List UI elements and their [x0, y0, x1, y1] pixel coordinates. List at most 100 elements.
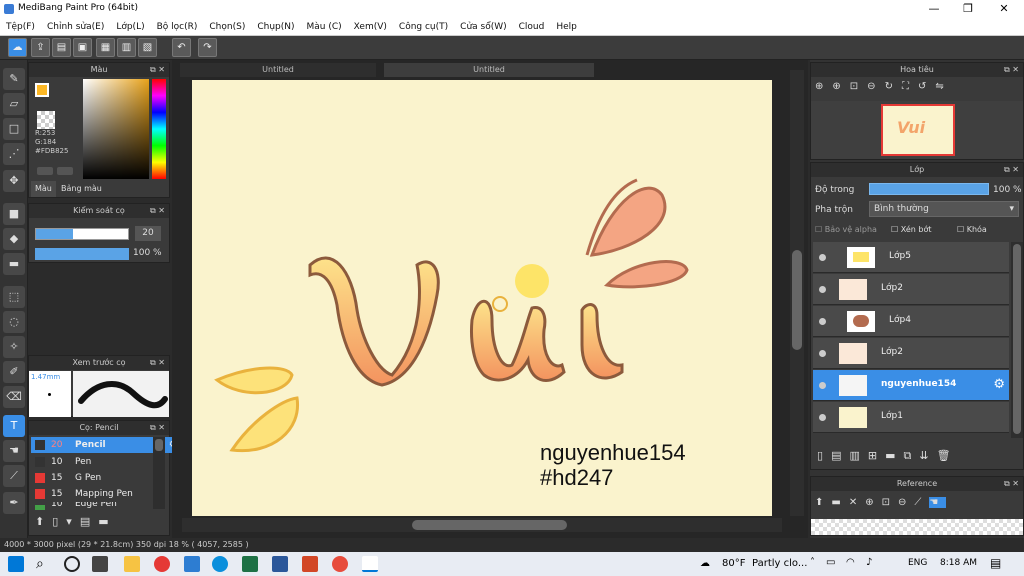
comment-icon[interactable]: ▤ — [52, 38, 71, 57]
panel-close-icon[interactable]: ⧉ ✕ — [1004, 477, 1019, 491]
layer-row[interactable]: Lớp4 — [813, 306, 1009, 337]
fit-icon[interactable]: ⊡ — [882, 497, 898, 508]
new-brush-icon[interactable]: ▯ — [52, 515, 66, 528]
eye-icon[interactable] — [819, 382, 826, 389]
eye-icon[interactable] — [819, 286, 826, 293]
layer-row[interactable]: Lớp2 — [813, 274, 1009, 305]
tray-up-icon[interactable]: ˄ — [810, 557, 815, 568]
transparent-swatch[interactable] — [37, 111, 55, 129]
brush-list-scrollbar[interactable] — [153, 437, 165, 509]
menu-help[interactable]: Help — [550, 18, 583, 36]
menu-filter[interactable]: Bộ lọc(R) — [151, 18, 204, 36]
rotate-icon[interactable]: ↻ — [885, 81, 902, 92]
layer-row[interactable]: Lớp1 — [813, 402, 1009, 433]
bucket-tool-icon[interactable]: ◆ — [3, 228, 25, 250]
panel-icon[interactable]: ▧ — [138, 38, 157, 57]
horizontal-scroll-thumb[interactable] — [412, 520, 567, 530]
saturation-box[interactable] — [83, 79, 149, 179]
menu-color[interactable]: Màu (C) — [301, 18, 348, 36]
zoom-in-icon[interactable]: ⊕ — [865, 497, 881, 508]
weather-icon[interactable]: ☁ — [700, 558, 710, 569]
eye-icon[interactable] — [819, 350, 826, 357]
file-explorer-icon[interactable] — [124, 556, 140, 572]
close-icon[interactable]: ✕ — [849, 497, 865, 508]
cloud-icon[interactable]: ☁ — [8, 38, 27, 57]
eye-icon[interactable] — [819, 318, 826, 325]
dot-tool-icon[interactable]: ⋰ — [3, 143, 25, 165]
layer-row-selected[interactable]: nguyenhue154 ⚙ — [813, 370, 1009, 401]
duplicate-icon[interactable]: ⧉ — [904, 449, 920, 462]
powerpoint-icon[interactable] — [302, 556, 318, 572]
edge-icon[interactable] — [212, 556, 228, 572]
select-pen-tool-icon[interactable]: ✐ — [3, 361, 25, 383]
maximize-button[interactable]: ❐ — [950, 0, 986, 18]
eyedropper-tool-icon[interactable]: ⟋ — [3, 465, 25, 487]
panel-close-icon[interactable]: ⧉ ✕ — [150, 63, 165, 77]
lock-checkbox[interactable]: ☐ Khóa — [957, 225, 987, 234]
medibang-icon[interactable] — [362, 556, 378, 572]
gear-icon[interactable]: ⚙ — [993, 377, 1005, 392]
panel-close-icon[interactable]: ⧉ ✕ — [1004, 163, 1019, 177]
eyedropper-icon[interactable]: ⟋ — [914, 497, 929, 508]
tab-color[interactable]: Màu — [31, 181, 56, 197]
brush-opacity-slider[interactable] — [35, 248, 129, 260]
doc-tab-2[interactable]: Untitled — [384, 63, 594, 77]
chrome-icon[interactable] — [332, 556, 348, 572]
notification-icon[interactable]: ▤ — [990, 556, 1001, 570]
eye-icon[interactable] — [819, 414, 826, 421]
menu-layer[interactable]: Lớp(L) — [110, 18, 150, 36]
clock[interactable]: 8:18 AM — [940, 558, 977, 568]
horizontal-scrollbar[interactable] — [182, 518, 782, 532]
doc-tab-1[interactable]: Untitled — [180, 63, 376, 77]
vertical-scrollbar[interactable] — [790, 70, 804, 516]
folder-icon[interactable]: ▬ — [885, 449, 903, 462]
fill-rect-tool-icon[interactable]: ■ — [3, 203, 25, 225]
brush-size-slider[interactable] — [35, 228, 129, 240]
primary-color-swatch[interactable] — [35, 83, 49, 97]
task-view-icon[interactable] — [64, 556, 80, 572]
panel-close-icon[interactable]: ⧉ ✕ — [150, 421, 165, 435]
clipping-checkbox[interactable]: ☐ Xén bớt — [891, 225, 931, 234]
brush-doc-icon[interactable]: ▤ — [80, 515, 98, 528]
panel-close-icon[interactable]: ⧉ ✕ — [150, 204, 165, 218]
brush-size-value[interactable]: 20 — [135, 226, 161, 241]
hand-tool-icon[interactable]: ☚ — [3, 440, 25, 462]
upload-icon[interactable]: ⬆ — [815, 497, 831, 508]
app-icon-monitor[interactable] — [184, 556, 200, 572]
layer-opacity-slider[interactable] — [869, 183, 989, 195]
language-indicator[interactable]: ENG — [908, 558, 927, 568]
windows-start-icon[interactable] — [8, 556, 24, 572]
minimize-button[interactable]: — — [916, 0, 952, 18]
swatch-right-icon[interactable] — [57, 167, 73, 175]
menu-snap[interactable]: Chụp(N) — [251, 18, 300, 36]
open-folder-icon[interactable]: ▬ — [831, 497, 848, 508]
merge-icon[interactable]: ⇊ — [919, 449, 936, 462]
fullscreen-icon[interactable]: ⛶ — [902, 81, 918, 92]
lasso-tool-icon[interactable]: ◌ — [3, 311, 25, 333]
layout-icon[interactable]: ▥ — [117, 38, 136, 57]
hue-slider[interactable] — [152, 79, 166, 179]
select-rect-tool-icon[interactable]: ⬚ — [3, 286, 25, 308]
menu-cloud[interactable]: Cloud — [513, 18, 551, 36]
magic-wand-tool-icon[interactable]: ✧ — [3, 336, 25, 358]
shape-tool-icon[interactable]: □ — [3, 118, 25, 140]
reset-rotate-icon[interactable]: ↺ — [918, 81, 935, 92]
weather-temp[interactable]: 80°F — [722, 558, 745, 569]
select-eraser-tool-icon[interactable]: ⌫ — [3, 386, 25, 408]
navigator-preview-area[interactable]: Vui — [811, 101, 1023, 159]
add-layer-menu-icon[interactable]: ⊞ — [868, 449, 885, 462]
menu-tools[interactable]: Công cụ(T) — [393, 18, 454, 36]
new-layer-2-icon[interactable]: ▤ — [831, 449, 849, 462]
blend-mode-select[interactable]: Bình thường ▾ — [869, 201, 1019, 217]
navigator-thumbnail[interactable]: Vui — [881, 104, 955, 156]
menu-view[interactable]: Xem(V) — [348, 18, 393, 36]
menu-window[interactable]: Cửa sổ(W) — [454, 18, 512, 36]
zoom-out-icon[interactable]: ⊖ — [867, 81, 884, 92]
close-button[interactable]: ✕ — [986, 0, 1022, 18]
swatch-left-icon[interactable] — [37, 167, 53, 175]
wifi-icon[interactable]: ◠ — [846, 557, 855, 568]
widgets-icon[interactable] — [92, 556, 108, 572]
text-tool-icon[interactable]: T — [3, 415, 25, 437]
menu-file[interactable]: Tệp(F) — [0, 18, 41, 36]
weather-text[interactable]: Partly clo... — [752, 558, 807, 569]
